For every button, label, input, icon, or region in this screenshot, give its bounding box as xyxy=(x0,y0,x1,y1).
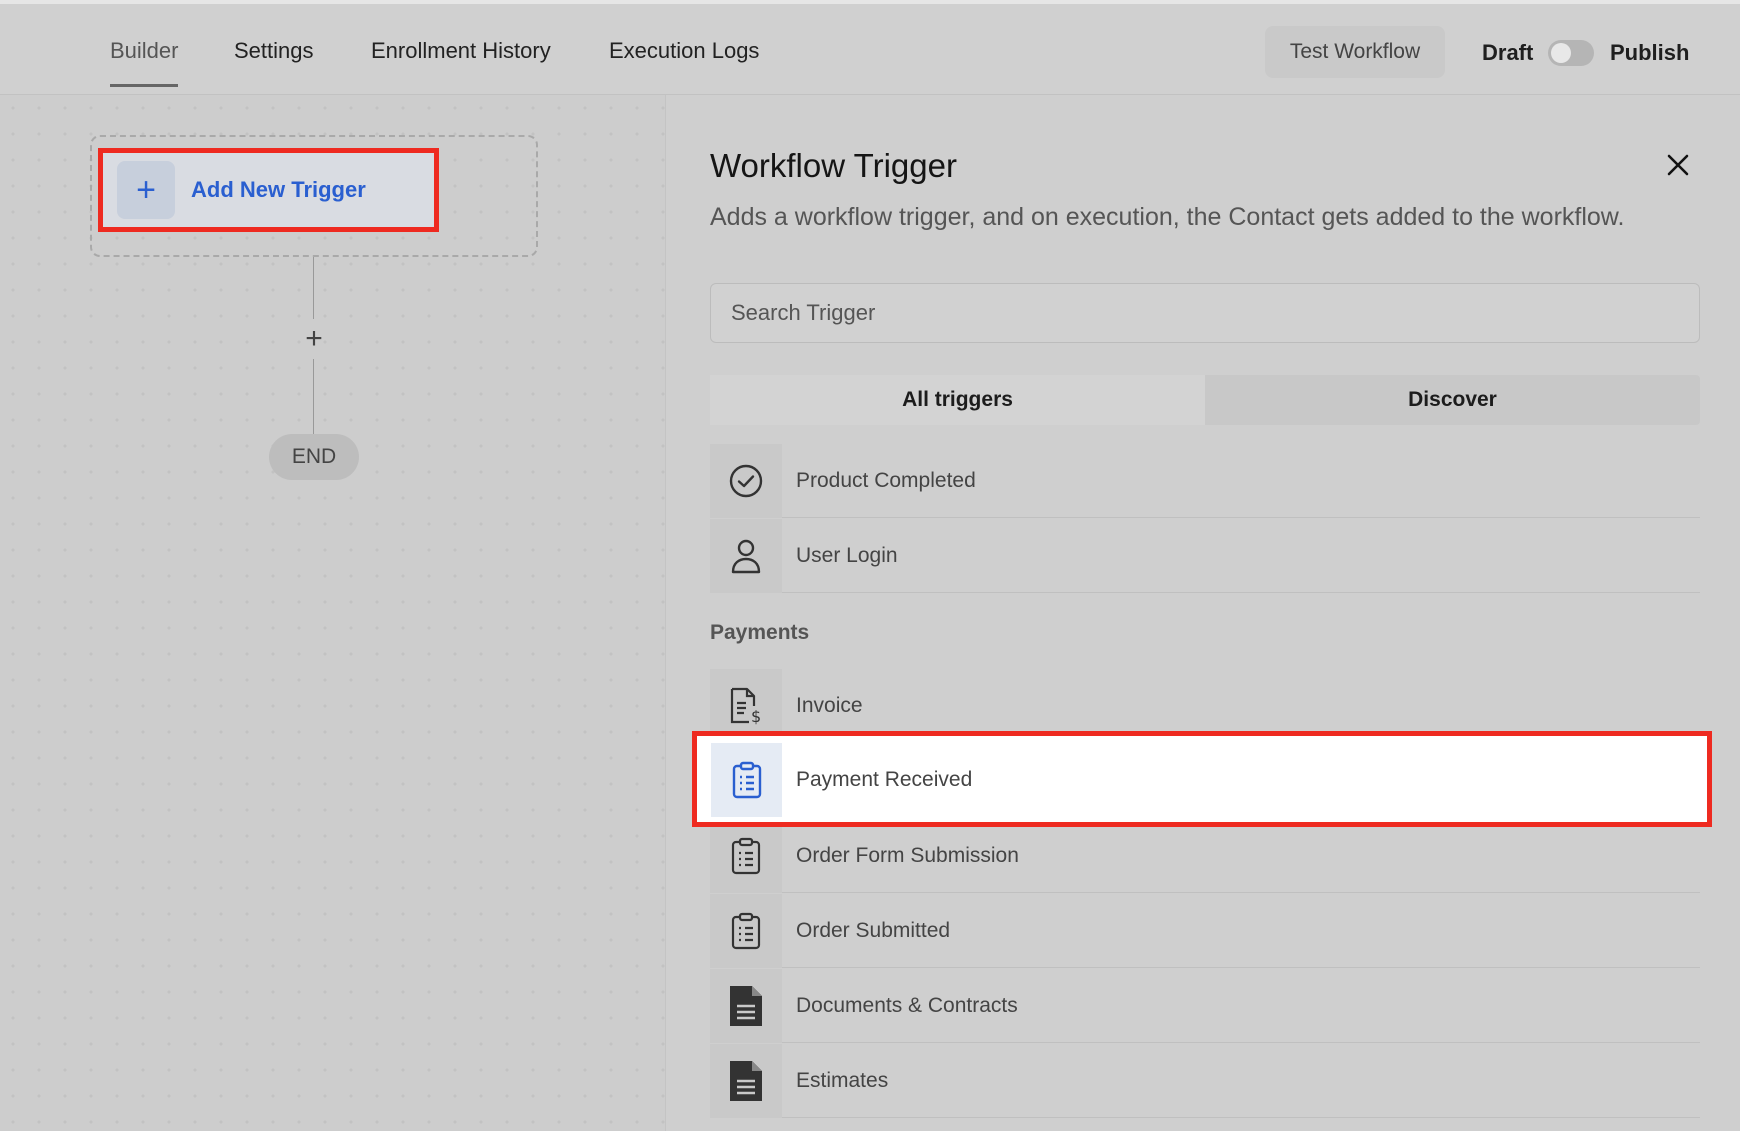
tab-builder[interactable]: Builder xyxy=(110,38,179,87)
trigger-item-label: User Login xyxy=(782,519,1700,593)
clipboard-list-icon xyxy=(710,894,782,968)
trigger-item-label: Product Completed xyxy=(782,444,1700,518)
document-icon xyxy=(710,969,782,1043)
publish-label: Publish xyxy=(1610,40,1690,65)
tab-enrollment-history[interactable]: Enrollment History xyxy=(371,38,551,84)
trigger-item-label: Payment Received xyxy=(796,768,973,791)
plus-icon: + xyxy=(117,161,175,219)
add-step-button[interactable]: + xyxy=(300,322,328,355)
svg-text:$: $ xyxy=(751,707,761,726)
search-trigger-input[interactable] xyxy=(710,283,1700,343)
close-icon[interactable] xyxy=(1662,149,1694,181)
workflow-canvas[interactable]: + Add New Trigger + END xyxy=(0,95,665,1131)
trigger-item-order-submitted[interactable]: Order Submitted xyxy=(710,894,1700,968)
clipboard-list-icon xyxy=(710,819,782,893)
top-bar: Builder Settings Enrollment History Exec… xyxy=(0,0,1740,95)
trigger-item-order-form-submission[interactable]: Order Form Submission xyxy=(710,819,1700,893)
panel-title: Workflow Trigger xyxy=(710,147,957,184)
trigger-item-label: Order Form Submission xyxy=(782,819,1700,893)
toggle-knob xyxy=(1551,43,1571,63)
trigger-item-label: Documents & Contracts xyxy=(782,969,1700,1043)
test-workflow-button[interactable]: Test Workflow xyxy=(1265,26,1445,78)
trigger-tabs: All triggers Discover xyxy=(710,375,1700,425)
workflow-trigger-panel: Workflow Trigger Adds a workflow trigger… xyxy=(665,95,1740,1131)
add-trigger-label: Add New Trigger xyxy=(191,177,366,202)
section-label-payments: Payments xyxy=(710,621,810,644)
trigger-item-payment-received[interactable]: Payment Received xyxy=(692,731,1712,827)
add-new-trigger-button[interactable]: + Add New Trigger xyxy=(98,148,439,232)
trigger-item-user-login[interactable]: User Login xyxy=(710,519,1700,593)
draft-label: Draft xyxy=(1482,40,1534,65)
clipboard-list-icon xyxy=(711,743,782,817)
tab-discover[interactable]: Discover xyxy=(1205,375,1700,425)
document-icon xyxy=(710,1044,782,1118)
trigger-item-label: Order Submitted xyxy=(782,894,1700,968)
check-circle-icon xyxy=(710,444,782,518)
connector-line xyxy=(313,359,314,434)
connector-line xyxy=(313,257,314,319)
trigger-item-product-completed[interactable]: Product Completed xyxy=(710,444,1700,518)
tab-settings[interactable]: Settings xyxy=(234,38,314,84)
end-node: END xyxy=(269,434,359,480)
tab-execution-logs[interactable]: Execution Logs xyxy=(609,38,759,84)
trigger-item-documents-contracts[interactable]: Documents & Contracts xyxy=(710,969,1700,1043)
trigger-item-label: Estimates xyxy=(782,1044,1700,1118)
publish-toggle[interactable] xyxy=(1548,40,1594,66)
user-icon xyxy=(710,519,782,593)
trigger-item-estimates[interactable]: Estimates xyxy=(710,1044,1700,1118)
tab-all-triggers[interactable]: All triggers xyxy=(710,375,1205,425)
panel-description: Adds a workflow trigger, and on executio… xyxy=(710,203,1625,231)
